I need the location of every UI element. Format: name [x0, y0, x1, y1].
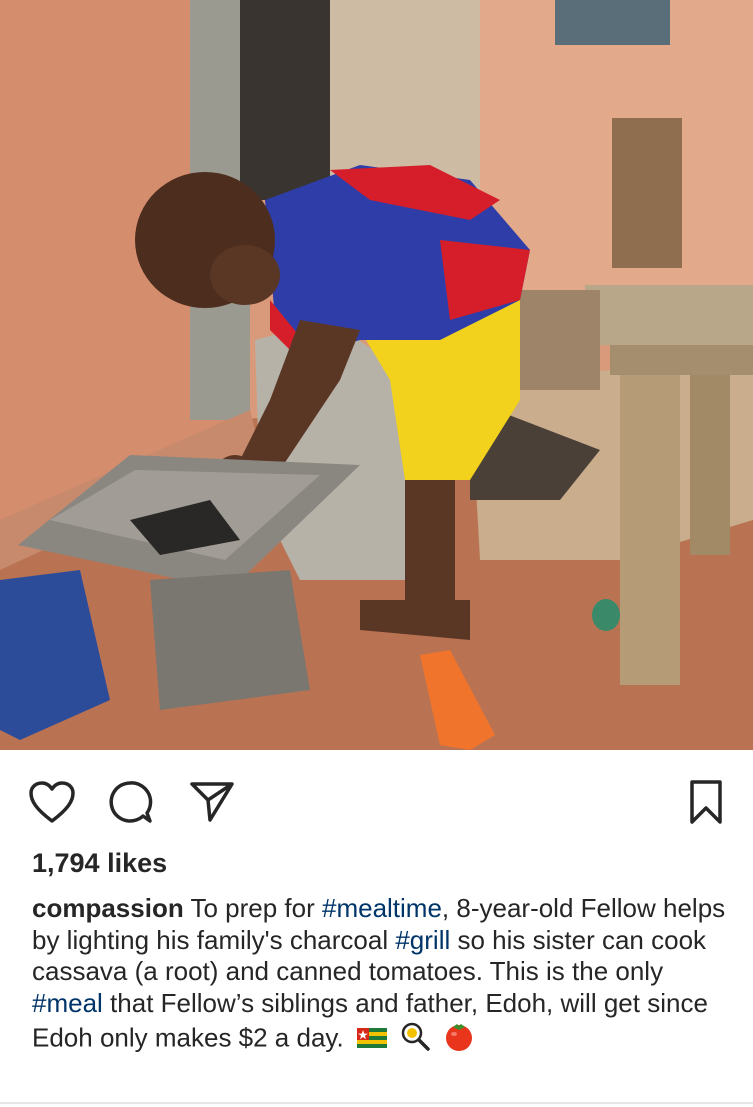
hashtag-link[interactable]: #grill	[395, 925, 450, 955]
hashtag-link[interactable]: #mealtime	[322, 893, 442, 923]
togo-flag-icon	[356, 1024, 387, 1056]
bookmark-icon[interactable]	[676, 772, 736, 832]
tomato-icon	[443, 1020, 475, 1060]
heart-icon[interactable]	[22, 772, 82, 832]
caption-username[interactable]: compassion	[32, 893, 184, 923]
hashtag-link[interactable]: #meal	[32, 988, 103, 1018]
like-count[interactable]: 1,794 likes	[32, 848, 167, 879]
paper-plane-icon[interactable]	[182, 772, 242, 832]
caption-text: To prep for	[183, 893, 322, 923]
comment-icon[interactable]	[100, 772, 160, 832]
post-photo[interactable]	[0, 0, 753, 750]
divider	[0, 1102, 753, 1104]
post-action-bar	[0, 750, 753, 850]
magnifier-icon	[400, 1021, 430, 1059]
post-caption: compassion To prep for #mealtime, 8-year…	[32, 893, 732, 1060]
